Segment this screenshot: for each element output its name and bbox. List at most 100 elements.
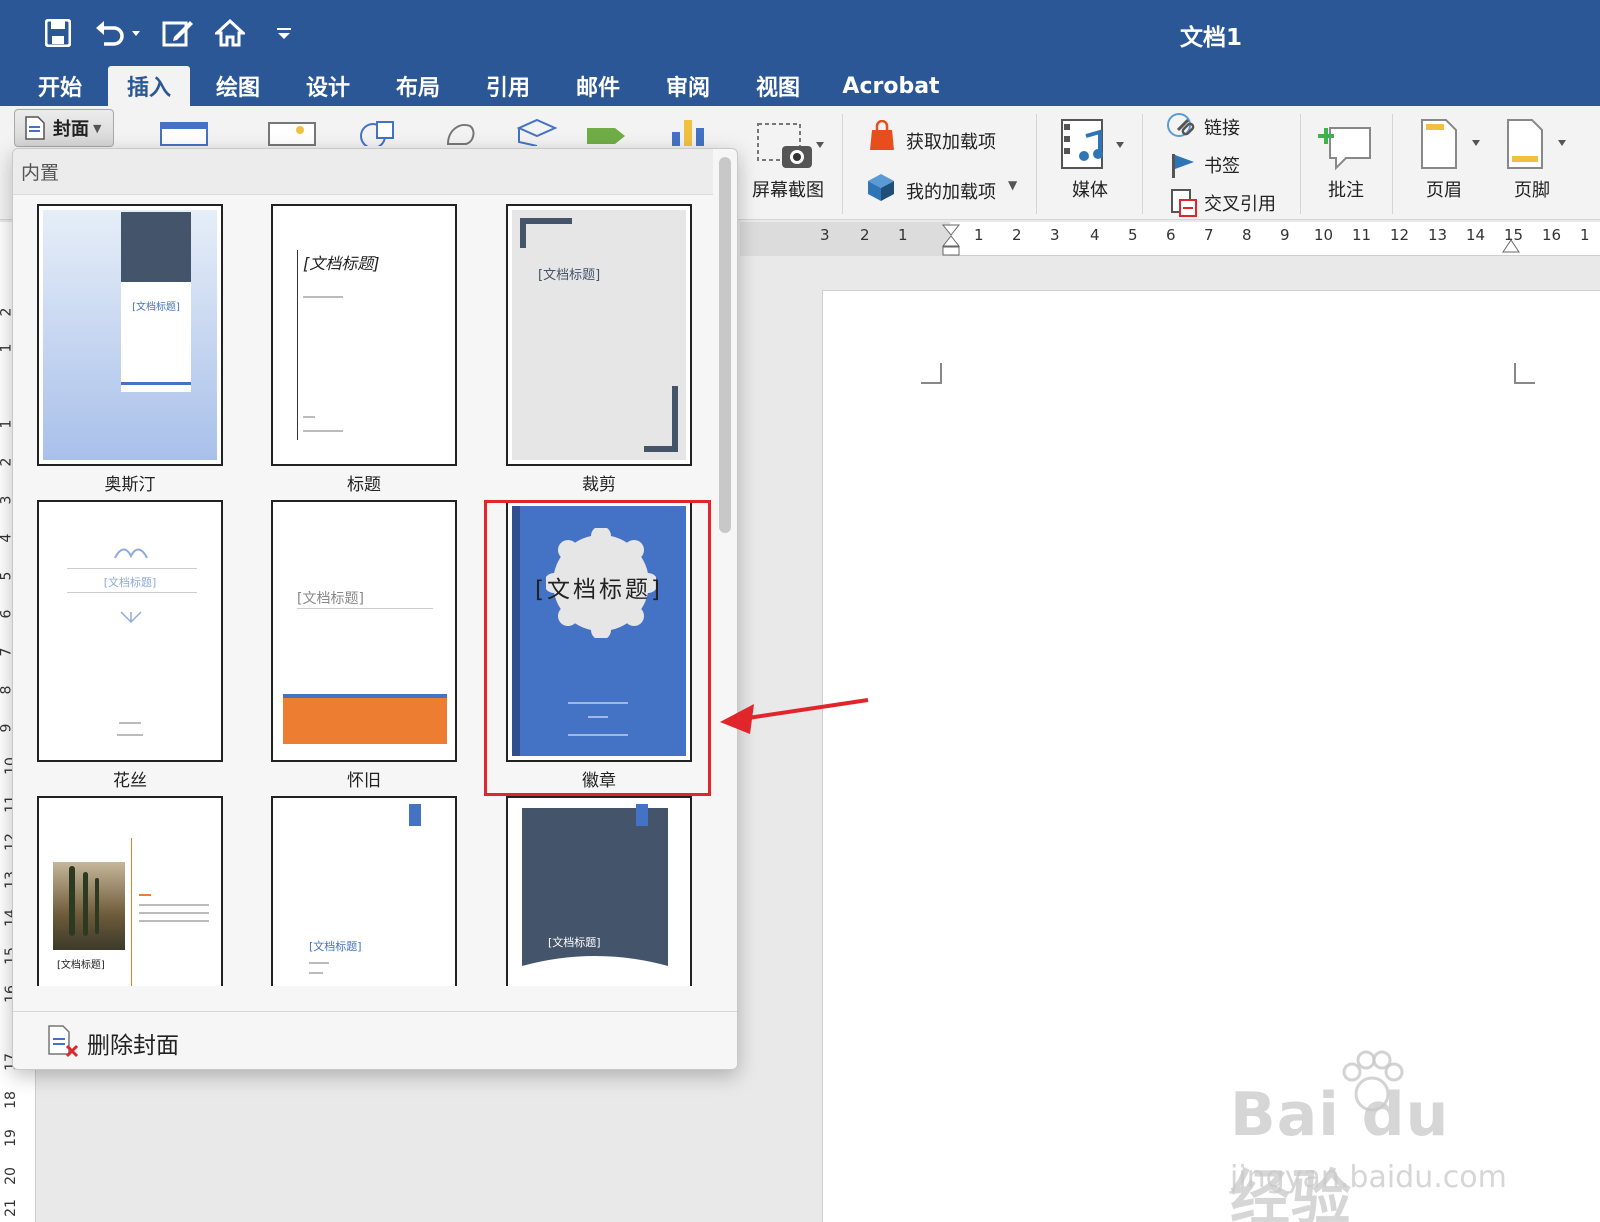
- undo-icon[interactable]: [92, 14, 144, 52]
- ruler-number: 8: [1242, 226, 1252, 244]
- crop-mark-icon: [921, 363, 942, 384]
- link-icon[interactable]: [1166, 112, 1198, 146]
- thumbnail-title: [文档标题]: [309, 940, 362, 953]
- watermark-brand: Bai du 经验: [1230, 1080, 1450, 1222]
- ruler-number: 1: [974, 226, 984, 244]
- cover-label-retrospect: 怀旧: [347, 771, 381, 791]
- media-icon[interactable]: [1060, 118, 1130, 176]
- my-addins-label[interactable]: 我的加载项: [906, 178, 996, 204]
- footer-icon[interactable]: [1506, 118, 1570, 174]
- ruler-number: 3: [820, 226, 830, 244]
- gallery-scrollbar[interactable]: [719, 157, 731, 533]
- edit-document-icon[interactable]: [160, 14, 196, 52]
- thumbnail-title: [文档标题]: [57, 960, 105, 971]
- icons-icon[interactable]: [440, 118, 480, 150]
- chevron-down-icon[interactable]: ▼: [1008, 178, 1017, 192]
- save-icon[interactable]: [40, 14, 76, 52]
- cover-thumbnail-austin[interactable]: [文档标题]: [37, 204, 223, 466]
- media-label[interactable]: 媒体: [1072, 176, 1108, 202]
- get-addins-label[interactable]: 获取加载项: [906, 128, 996, 154]
- tab-review[interactable]: 审阅: [650, 66, 726, 106]
- ruler-number: 12: [1390, 226, 1410, 244]
- annotation-arrow-icon: [720, 698, 869, 734]
- selection-highlight: [484, 500, 711, 796]
- cover-thumbnail-retrospect[interactable]: [文档标题]: [271, 500, 457, 762]
- header-label[interactable]: 页眉: [1426, 176, 1462, 202]
- ruler-number: 10: [1314, 226, 1334, 244]
- semaphore-shape-icon: [522, 808, 668, 966]
- home-icon[interactable]: [212, 14, 248, 52]
- ruler-number: 9: [1280, 226, 1290, 244]
- cover-thumbnail-semaphore[interactable]: [文档标题]: [506, 796, 692, 986]
- picture-icon[interactable]: [268, 122, 318, 150]
- tab-home[interactable]: 开始: [22, 66, 98, 106]
- customize-toolbar-icon[interactable]: [270, 14, 298, 52]
- crop-mark-icon: [1514, 363, 1535, 384]
- tab-acrobat[interactable]: Acrobat: [836, 66, 946, 106]
- ribbon-separator: [842, 114, 843, 214]
- footer-label[interactable]: 页脚: [1514, 176, 1550, 202]
- cover-page-button[interactable]: 封面 ▼: [14, 109, 114, 147]
- thumbnail-title: [文档标题]: [538, 268, 601, 283]
- cover-page-gallery: 内置 [文档标题] 奥斯汀 [文档标题] 标题 [文档标题] 裁剪 [文档标题]…: [12, 148, 738, 1070]
- table-icon[interactable]: [160, 122, 210, 150]
- ruler-number: 3: [1050, 226, 1060, 244]
- screenshot-icon[interactable]: [756, 122, 826, 176]
- indent-marker-icon[interactable]: [942, 224, 960, 256]
- link-label[interactable]: 链接: [1204, 114, 1240, 140]
- ruler-number: 21: [2, 1199, 19, 1217]
- ribbon-separator: [1392, 114, 1393, 214]
- store-bag-icon[interactable]: [868, 119, 896, 156]
- ruler-number: 11: [1352, 226, 1372, 244]
- cover-label-austin: 奥斯汀: [104, 475, 156, 495]
- bookmark-label[interactable]: 书签: [1204, 152, 1240, 178]
- cover-label-crop: 裁剪: [582, 475, 616, 495]
- filigree-ornament-icon: [120, 611, 142, 624]
- tab-mailings[interactable]: 邮件: [560, 66, 636, 106]
- cross-reference-icon[interactable]: [1170, 188, 1198, 222]
- tab-design[interactable]: 设计: [290, 66, 366, 106]
- my-addins-icon[interactable]: [866, 172, 896, 206]
- ruler-number: 13: [1428, 226, 1448, 244]
- cover-label-filigree: 花丝: [113, 771, 147, 791]
- cover-thumbnail-photo[interactable]: [文档标题]: [37, 796, 223, 986]
- title-bar: 文档1: [0, 0, 1600, 66]
- horizontal-ruler[interactable]: 3 2 1 1 2 3 4 5 6 7 8 9 10 11 12 13 14 1…: [740, 222, 1600, 256]
- right-indent-marker-icon[interactable]: [1502, 236, 1520, 254]
- cross-reference-label[interactable]: 交叉引用: [1204, 190, 1276, 216]
- shapes-icon[interactable]: [355, 118, 399, 150]
- ruler-number: 1: [1580, 226, 1590, 244]
- header-icon[interactable]: [1420, 118, 1484, 174]
- cover-thumbnail-bookmark[interactable]: [文档标题]: [271, 796, 457, 986]
- comment-icon[interactable]: [1318, 118, 1374, 176]
- ruler-number: 18: [2, 1091, 19, 1109]
- watermark-url: jingyan.baidu.com: [1230, 1160, 1507, 1195]
- ruler-number: 20: [2, 1167, 19, 1185]
- thumbnail-title: [文档标题]: [297, 591, 364, 607]
- tab-view[interactable]: 视图: [740, 66, 816, 106]
- tab-layout[interactable]: 布局: [380, 66, 456, 106]
- cover-thumbnail-title[interactable]: [文档标题]: [271, 204, 457, 466]
- smartart-icon[interactable]: [585, 122, 629, 150]
- tab-draw[interactable]: 绘图: [200, 66, 276, 106]
- document-title: 文档1: [1180, 25, 1243, 51]
- ruler-number: 2: [1012, 226, 1022, 244]
- tab-references[interactable]: 引用: [470, 66, 546, 106]
- ruler-margin: [740, 222, 950, 256]
- ruler-number: 6: [1166, 226, 1176, 244]
- tab-insert[interactable]: 插入: [108, 66, 190, 106]
- cover-thumbnail-crop[interactable]: [文档标题]: [506, 204, 692, 466]
- ruler-number: 7: [1204, 226, 1214, 244]
- bookmark-icon[interactable]: [1170, 152, 1198, 184]
- remove-cover-page-button[interactable]: 删除封面: [13, 1011, 737, 1069]
- screenshot-label[interactable]: 屏幕截图: [752, 176, 824, 202]
- comment-label[interactable]: 批注: [1328, 176, 1364, 202]
- ruler-number: 4: [1090, 226, 1100, 244]
- cover-thumbnail-filigree[interactable]: [文档标题]: [37, 500, 223, 762]
- ruler-number: 1: [898, 226, 908, 244]
- filigree-ornament-icon: [114, 548, 148, 559]
- chart-icon[interactable]: [668, 118, 712, 150]
- 3d-models-icon[interactable]: [515, 118, 559, 150]
- ribbon-separator: [1036, 114, 1037, 214]
- ribbon-separator: [1142, 114, 1143, 214]
